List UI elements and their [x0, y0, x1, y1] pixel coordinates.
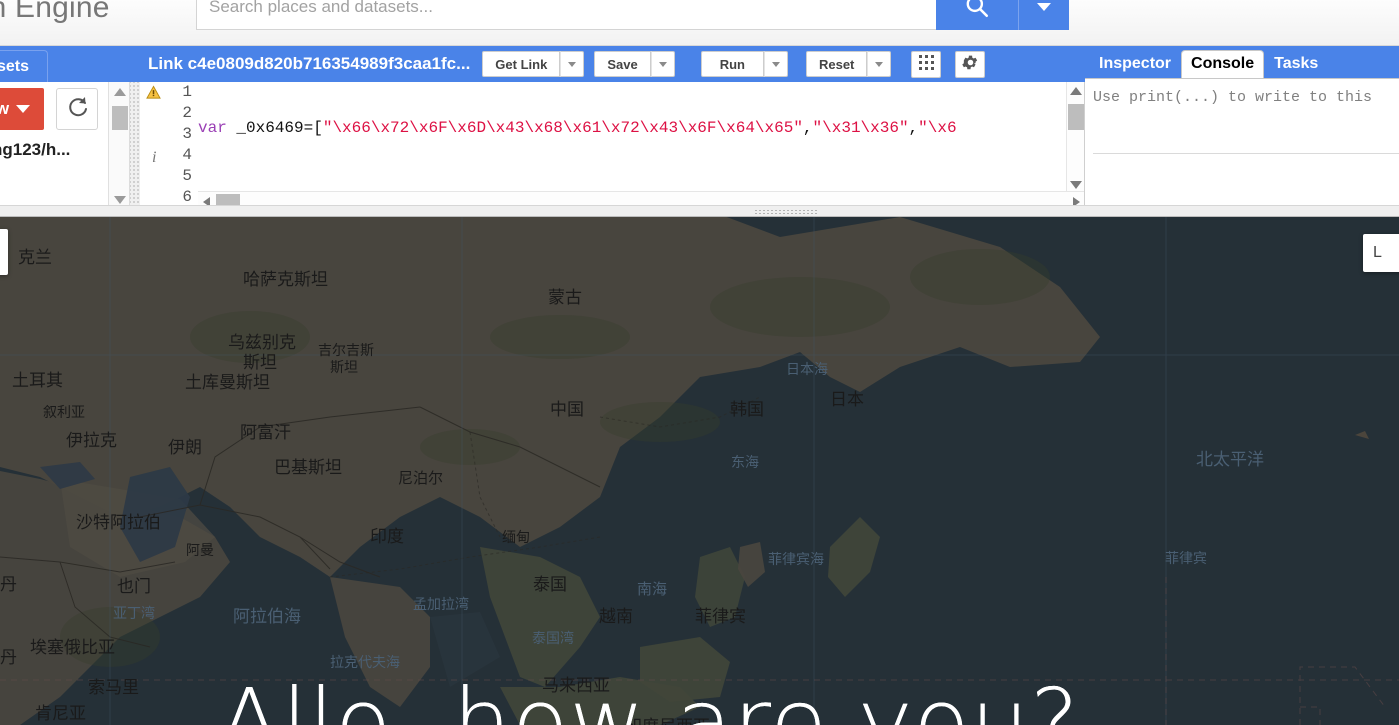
gutter-line-4: i 4 — [152, 146, 192, 168]
layers-button[interactable]: L — [1363, 234, 1399, 272]
caret-up-icon[interactable] — [1070, 87, 1082, 95]
gutter-line-5: 5 — [182, 167, 192, 185]
map-canvas[interactable]: 克兰 哈萨克斯坦 蒙古 乌兹别克 斯坦 吉尔吉斯 斯坦 土耳其 土库曼斯坦 日本海 叙利亚 阿富汗 中国… — [0, 217, 1399, 725]
vscrollbar-thumb[interactable] — [1068, 104, 1084, 130]
sidebar-resize-handle[interactable] — [129, 82, 140, 210]
magnifier-icon — [964, 0, 990, 22]
scripts-sidebar: w ng123/h... — [0, 82, 140, 210]
console-panel: Inspector Console Tasks Use print(...) t… — [1085, 46, 1399, 210]
refresh-button[interactable] — [56, 88, 98, 130]
refresh-icon — [65, 95, 89, 124]
caret-down-icon[interactable] — [114, 196, 126, 204]
run-dropdown[interactable] — [763, 51, 788, 77]
gutter-line-2: 2 — [182, 104, 192, 122]
gutter-line-1: 1 — [140, 82, 198, 103]
search-options-dropdown[interactable] — [1019, 0, 1069, 30]
reset-group: Reset — [805, 51, 892, 77]
caret-up-icon[interactable] — [114, 88, 126, 96]
map-terrain — [0, 217, 1399, 725]
caret-down-icon — [568, 61, 577, 67]
apps-grid-icon — [918, 55, 934, 73]
get-link-group: Get Link — [482, 51, 585, 77]
search-input[interactable] — [196, 0, 936, 30]
code-line-1: var _0x6469=["\x66\x72\x6F\x6D\x43\x68\x… — [198, 119, 957, 137]
earth-engine-code-editor: arth Engine sets Link c4e0809d820b716354… — [0, 0, 1399, 725]
code-editor[interactable]: 1 2 3 i 4 5 6 var _0x6469=["\x66\x72\x6F… — [140, 82, 1085, 210]
run-button[interactable]: Run — [700, 51, 764, 77]
sidebar-tab-assets[interactable]: sets — [0, 50, 48, 82]
reset-button[interactable]: Reset — [805, 51, 868, 77]
caret-down-icon[interactable] — [1070, 181, 1082, 189]
caret-down-icon — [658, 61, 667, 67]
repository-list-item[interactable]: ng123/h... — [0, 140, 70, 160]
reset-dropdown[interactable] — [867, 51, 892, 77]
search-button[interactable] — [936, 0, 1018, 30]
script-link-label: Link c4e0809d820b716354989f3caa1fc... — [148, 54, 471, 73]
console-message: Use print(...) to write to this — [1093, 89, 1373, 106]
map-overlay-text: Allo, how are you? — [218, 669, 1080, 725]
console-body: Use print(...) to write to this — [1085, 78, 1399, 210]
caret-down-icon — [875, 61, 884, 67]
search-bar — [196, 0, 1069, 30]
tab-console[interactable]: Console — [1181, 50, 1265, 78]
new-script-button[interactable]: w — [0, 88, 44, 130]
caret-down-icon — [16, 105, 31, 113]
app-header: arth Engine — [0, 0, 1399, 46]
tab-tasks[interactable]: Tasks — [1264, 50, 1328, 78]
caret-down-icon — [1037, 3, 1051, 11]
editor-toolbar: Link c4e0809d820b716354989f3caa1fc... Ge… — [140, 46, 1085, 82]
gear-icon — [961, 53, 980, 75]
save-group: Save — [594, 51, 675, 77]
get-link-dropdown[interactable] — [560, 51, 585, 77]
settings-button[interactable] — [955, 50, 986, 78]
get-link-button[interactable]: Get Link — [482, 51, 561, 77]
tab-inspector[interactable]: Inspector — [1089, 50, 1181, 78]
app-title: arth Engine — [0, 0, 110, 24]
gutter-line-3: 3 — [182, 125, 192, 143]
run-group: Run — [700, 51, 788, 77]
splitter-grip-icon — [754, 209, 818, 215]
editor-gutter: 1 2 3 i 4 5 6 — [140, 82, 198, 210]
save-button[interactable]: Save — [594, 51, 651, 77]
scrollbar-thumb[interactable] — [112, 106, 128, 130]
panel-resize-splitter[interactable] — [0, 205, 1399, 217]
apps-grid-button[interactable] — [911, 50, 942, 78]
map-control-left[interactable] — [0, 229, 8, 275]
console-divider — [1093, 153, 1399, 154]
console-tabs: Inspector Console Tasks — [1085, 46, 1399, 78]
caret-down-icon — [771, 61, 780, 67]
sidebar-scrollbar[interactable] — [108, 82, 129, 210]
new-button-label: w — [0, 99, 10, 118]
info-italic-icon[interactable]: i — [152, 147, 156, 168]
save-dropdown[interactable] — [650, 51, 675, 77]
editor-vertical-scrollbar[interactable] — [1066, 82, 1084, 194]
